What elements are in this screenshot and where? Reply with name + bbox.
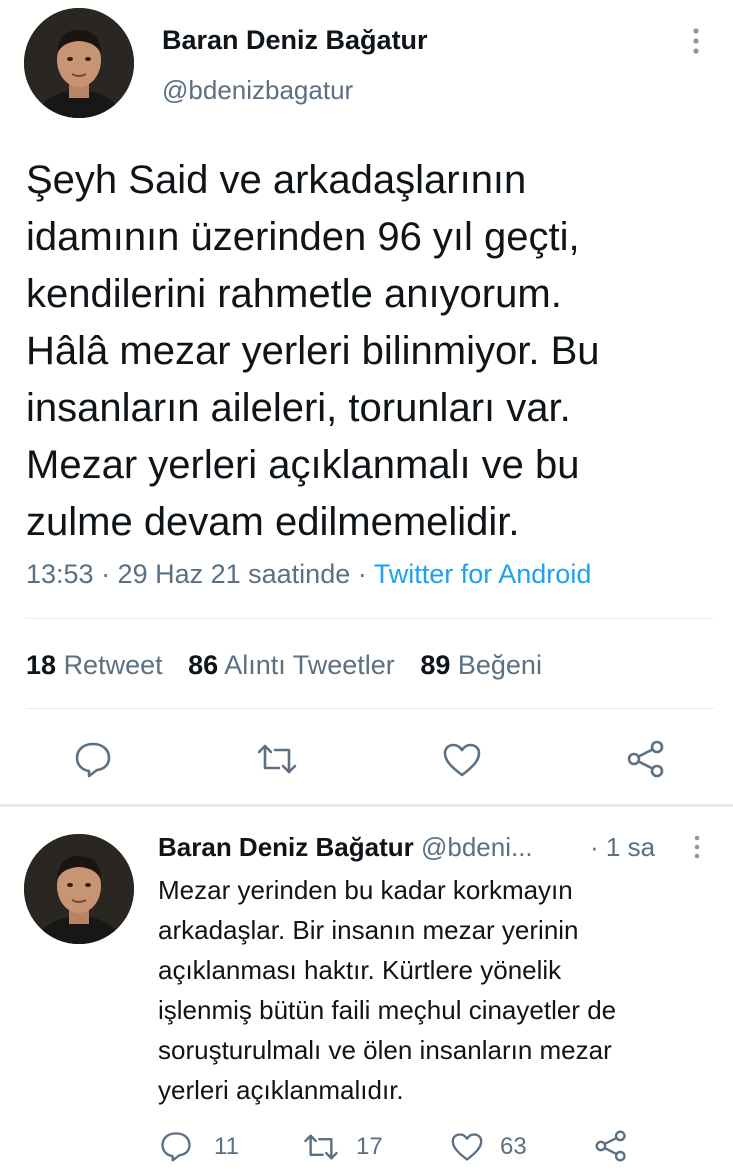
reply-text: Mezar yerinden bu kadar korkmayın arkada… <box>158 870 616 1110</box>
share-icon[interactable] <box>594 1130 628 1162</box>
tweet-text-line: Hâlâ mezar yerleri bilinmiyor. Bu <box>26 329 600 373</box>
author-avatar[interactable] <box>24 8 134 118</box>
tweet-source-link[interactable]: Twitter for Android <box>374 559 592 589</box>
author-name[interactable]: Baran Deniz Bağatur <box>162 24 428 56</box>
tweet-timestamp: 13:53 · 29 Haz 21 saatinde · <box>26 559 374 589</box>
reply-text-line: açıklanması haktır. Kürtlere yönelik <box>158 955 562 985</box>
reply-icon[interactable] <box>160 1130 192 1162</box>
reply-retweet-count: 17 <box>356 1133 383 1160</box>
reply-like-count: 63 <box>500 1133 527 1160</box>
retweet-count: 18 <box>26 650 57 680</box>
reply-reply-count: 11 <box>214 1133 239 1160</box>
reply-author-avatar[interactable] <box>24 834 134 944</box>
divider <box>26 618 714 619</box>
like-count: 89 <box>420 650 451 680</box>
quote-count: 86 <box>188 650 219 680</box>
more-vertical-icon[interactable] <box>688 834 706 860</box>
reply-icon[interactable] <box>74 740 112 778</box>
reply-text-line: arkadaşlar. Bir insanın mezar yerinin <box>158 915 579 945</box>
like-stat[interactable]: 89 Beğeni <box>420 650 542 680</box>
tweet-text-line: zulme devam edilmemelidir. <box>26 500 520 544</box>
reply-text-line: Mezar yerinden bu kadar korkmayın <box>158 875 573 905</box>
quote-label: Alıntı Tweetler <box>224 650 395 680</box>
retweet-icon[interactable] <box>255 742 299 776</box>
retweet-stat[interactable]: 18 Retweet <box>26 650 163 680</box>
reply-header: Baran Deniz Bağatur @bdeni... <box>158 830 533 864</box>
retweet-label: Retweet <box>63 650 163 680</box>
reply-text-line: soruşturulmalı ve ölen insanların mezar <box>158 1035 612 1065</box>
reply-text-line: yerleri açıklanmalıdır. <box>158 1075 404 1105</box>
author-handle[interactable]: @bdenizbagatur <box>162 74 353 106</box>
quote-stat[interactable]: 86 Alıntı Tweetler <box>188 650 395 680</box>
heart-icon[interactable] <box>442 742 482 778</box>
tweet-text: Şeyh Said ve arkadaşlarının idamının üze… <box>26 152 716 551</box>
tweet-stats: 18 Retweet 86 Alıntı Tweetler 89 Beğeni <box>26 648 542 682</box>
divider <box>26 708 714 709</box>
tweet-timestamp-row: 13:53 · 29 Haz 21 saatinde · Twitter for… <box>26 557 591 591</box>
reply-author-handle[interactable]: @bdeni... <box>421 832 533 862</box>
heart-icon[interactable] <box>450 1132 484 1162</box>
reply-text-line: işlenmiş bütün faili meçhul cinayetler d… <box>158 995 617 1025</box>
share-icon[interactable] <box>626 740 666 778</box>
tweet-text-line: idamının üzerinden 96 yıl geçti, <box>26 215 580 259</box>
tweet-text-line: Şeyh Said ve arkadaşlarının <box>26 158 527 202</box>
section-separator <box>0 804 733 807</box>
tweet-text-line: Mezar yerleri açıklanmalı ve bu <box>26 443 580 487</box>
reply-author-name[interactable]: Baran Deniz Bağatur <box>158 832 414 862</box>
reply-time[interactable]: · 1 sa <box>590 830 655 864</box>
tweet-text-line: insanların aileleri, torunları var. <box>26 386 571 430</box>
like-label: Beğeni <box>457 650 542 680</box>
retweet-icon[interactable] <box>302 1132 340 1162</box>
tweet-text-line: kendilerini rahmetle anıyorum. <box>26 272 562 316</box>
more-vertical-icon[interactable] <box>686 26 706 56</box>
